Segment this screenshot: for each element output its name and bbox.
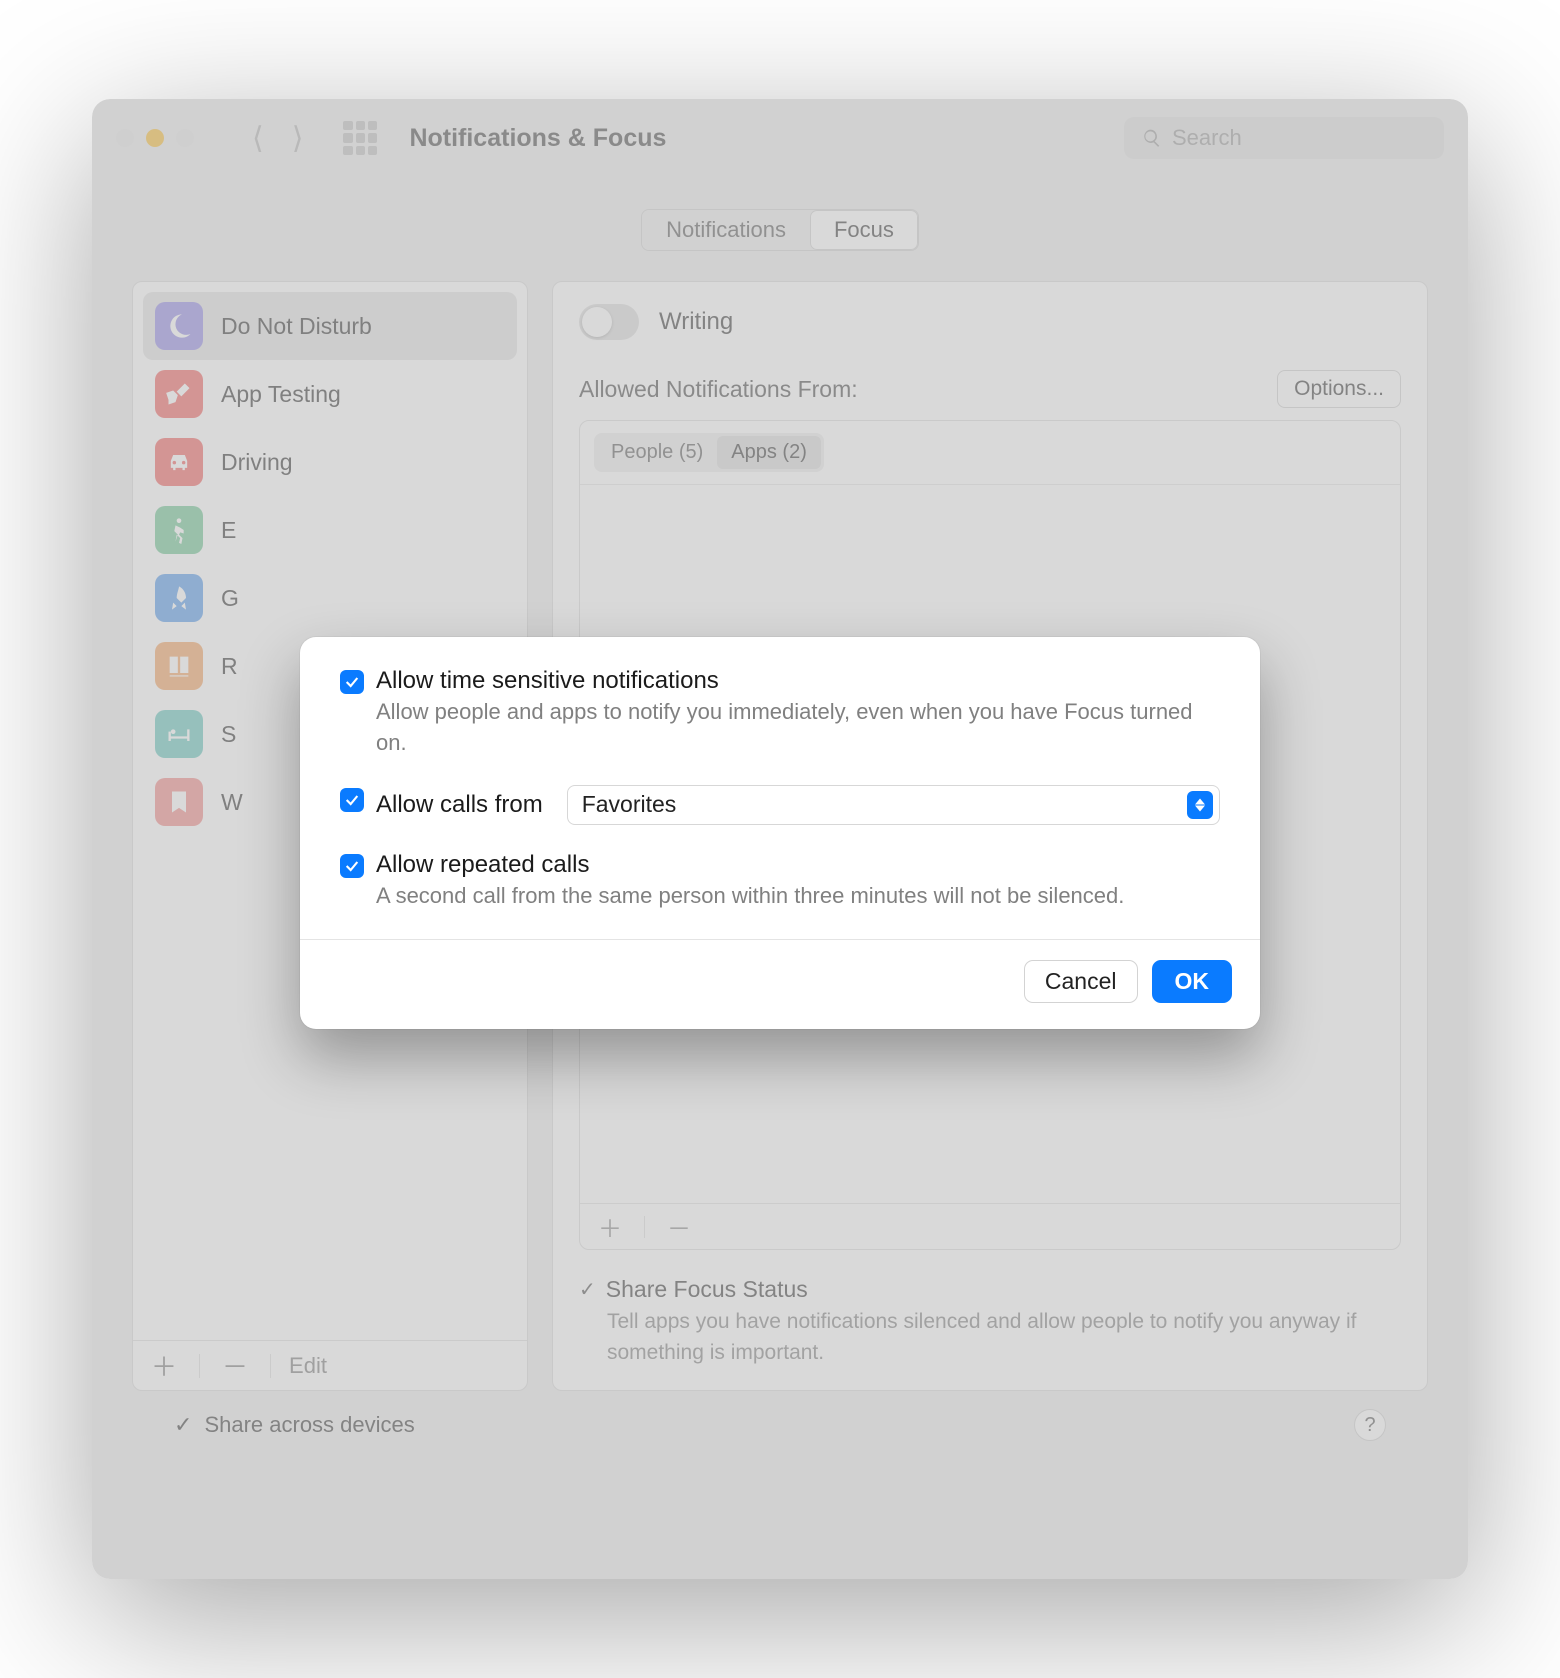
ok-button[interactable]: OK bbox=[1152, 960, 1233, 1003]
chevron-up-down-icon bbox=[1187, 791, 1213, 819]
allowed-section-header: Allowed Notifications From: Options... bbox=[579, 370, 1401, 408]
share-focus-title: Share Focus Status bbox=[606, 1276, 808, 1303]
preferences-window: ⟨ ⟩ Notifications & Focus Search Notific… bbox=[92, 99, 1468, 1579]
allow-calls-checkbox[interactable] bbox=[340, 788, 364, 812]
search-input[interactable]: Search bbox=[1124, 117, 1444, 159]
moon-icon bbox=[155, 302, 203, 350]
share-across-checkbox[interactable]: ✓ bbox=[174, 1412, 192, 1438]
focus-item-label: E bbox=[221, 517, 236, 544]
remove-focus-button[interactable]: － bbox=[218, 1347, 252, 1384]
time-sensitive-checkbox[interactable] bbox=[340, 670, 364, 694]
subtab-apps[interactable]: Apps (2) bbox=[717, 436, 821, 469]
bottom-bar: ✓ Share across devices ? bbox=[132, 1391, 1428, 1441]
window-controls bbox=[116, 129, 194, 147]
edit-button[interactable]: Edit bbox=[289, 1353, 327, 1379]
window-title: Notifications & Focus bbox=[409, 124, 666, 153]
allowed-footer: ＋ － bbox=[580, 1203, 1400, 1249]
tab-focus[interactable]: Focus bbox=[810, 210, 918, 250]
option-time-sensitive: Allow time sensitive notifications Allow… bbox=[340, 667, 1220, 759]
bookmark-icon bbox=[155, 778, 203, 826]
share-focus-checkbox[interactable]: ✓ bbox=[579, 1277, 596, 1302]
time-sensitive-title: Allow time sensitive notifications bbox=[376, 667, 1220, 695]
remove-allowed-button[interactable]: － bbox=[663, 1209, 695, 1244]
cancel-button[interactable]: Cancel bbox=[1024, 960, 1138, 1003]
focus-enable-row: Writing bbox=[579, 304, 1401, 340]
allowed-label: Allowed Notifications From: bbox=[579, 376, 858, 403]
search-icon bbox=[1142, 128, 1162, 148]
running-icon bbox=[155, 506, 203, 554]
repeated-calls-checkbox[interactable] bbox=[340, 854, 364, 878]
focus-item-g[interactable]: G bbox=[143, 564, 517, 632]
focus-item-label: App Testing bbox=[221, 381, 341, 408]
tools-icon bbox=[155, 370, 203, 418]
focus-item-e[interactable]: E bbox=[143, 496, 517, 564]
focus-item-label: S bbox=[221, 721, 236, 748]
add-focus-button[interactable]: ＋ bbox=[147, 1347, 181, 1384]
titlebar: ⟨ ⟩ Notifications & Focus Search bbox=[92, 99, 1468, 177]
allowed-subtabs: People (5) Apps (2) bbox=[594, 433, 824, 472]
allow-calls-select[interactable]: Favorites bbox=[567, 785, 1220, 825]
tab-control: Notifications Focus bbox=[132, 209, 1428, 251]
minimize-window-icon[interactable] bbox=[146, 129, 164, 147]
book-icon bbox=[155, 642, 203, 690]
share-focus-status: ✓ Share Focus Status Tell apps you have … bbox=[579, 1276, 1401, 1368]
help-button[interactable]: ? bbox=[1354, 1409, 1386, 1441]
repeated-calls-title: Allow repeated calls bbox=[376, 851, 1220, 879]
focus-item-label: Do Not Disturb bbox=[221, 313, 372, 340]
sidebar-footer: ＋ － Edit bbox=[133, 1340, 527, 1390]
zoom-window-icon[interactable] bbox=[176, 129, 194, 147]
share-focus-desc: Tell apps you have notifications silence… bbox=[607, 1307, 1401, 1368]
focus-item-do-not-disturb[interactable]: Do Not Disturb bbox=[143, 292, 517, 360]
add-allowed-button[interactable]: ＋ bbox=[594, 1209, 626, 1244]
focus-name: Writing bbox=[659, 308, 733, 336]
focus-item-label: R bbox=[221, 653, 238, 680]
car-icon bbox=[155, 438, 203, 486]
focus-item-label: Driving bbox=[221, 449, 293, 476]
focus-item-label: G bbox=[221, 585, 239, 612]
allow-calls-value: Favorites bbox=[582, 791, 677, 818]
options-button[interactable]: Options... bbox=[1277, 370, 1401, 408]
repeated-calls-desc: A second call from the same person withi… bbox=[376, 881, 1220, 912]
close-window-icon[interactable] bbox=[116, 129, 134, 147]
search-placeholder: Search bbox=[1172, 125, 1242, 151]
option-repeated-calls: Allow repeated calls A second call from … bbox=[340, 851, 1220, 912]
focus-enable-switch[interactable] bbox=[579, 304, 639, 340]
show-all-icon[interactable] bbox=[343, 121, 377, 155]
share-across-label: Share across devices bbox=[204, 1412, 414, 1438]
allow-calls-title: Allow calls from bbox=[376, 791, 543, 819]
forward-button[interactable]: ⟩ bbox=[282, 119, 314, 158]
subtab-people[interactable]: People (5) bbox=[597, 436, 717, 469]
options-sheet: Allow time sensitive notifications Allow… bbox=[300, 637, 1260, 1029]
option-allow-calls-from: Allow calls from Favorites bbox=[340, 785, 1220, 825]
focus-item-driving[interactable]: Driving bbox=[143, 428, 517, 496]
rocket-icon bbox=[155, 574, 203, 622]
back-button[interactable]: ⟨ bbox=[242, 119, 274, 158]
focus-item-app-testing[interactable]: App Testing bbox=[143, 360, 517, 428]
nav-buttons: ⟨ ⟩ bbox=[242, 119, 313, 158]
tab-notifications[interactable]: Notifications bbox=[642, 210, 810, 250]
bed-icon bbox=[155, 710, 203, 758]
time-sensitive-desc: Allow people and apps to notify you imme… bbox=[376, 697, 1220, 759]
focus-item-label: W bbox=[221, 789, 243, 816]
